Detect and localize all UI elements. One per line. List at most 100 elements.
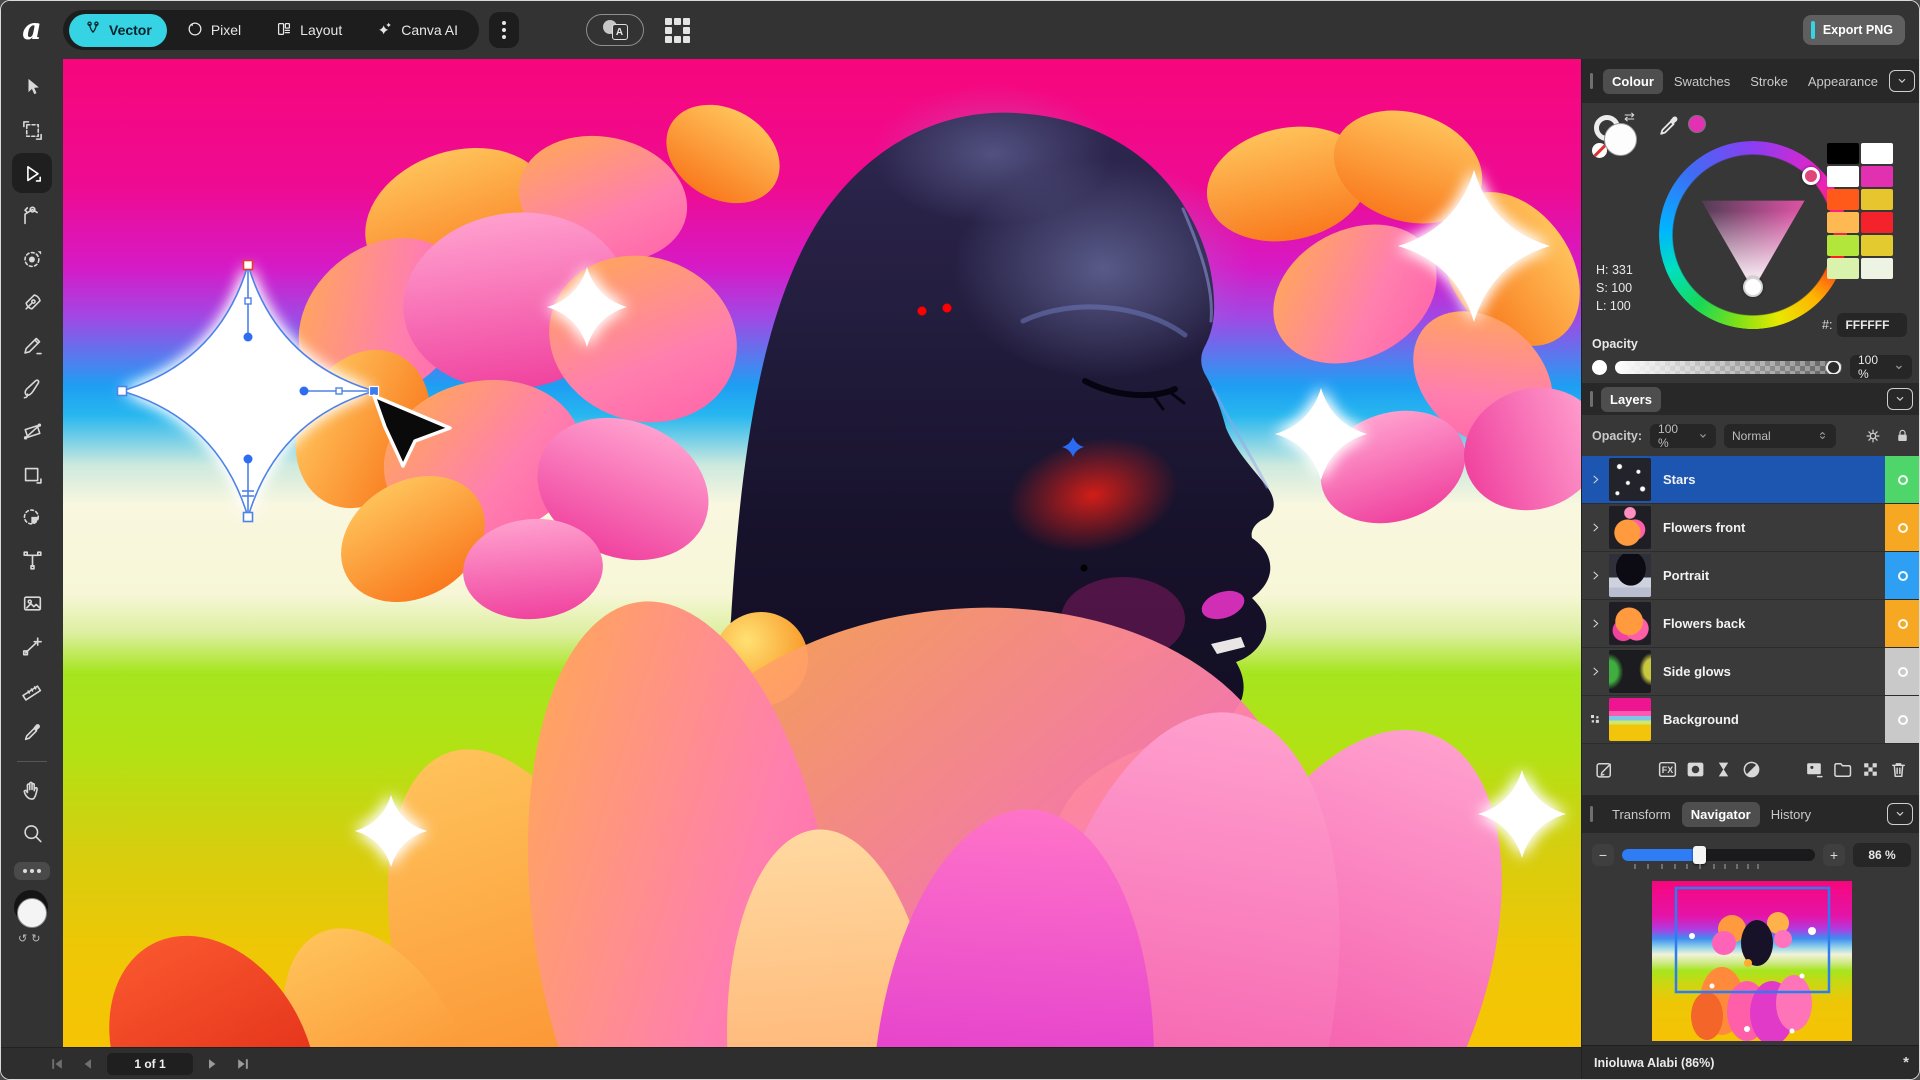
colour-swatch[interactable]	[1861, 258, 1893, 279]
colour-swatch[interactable]	[1861, 143, 1893, 164]
layer-settings-gear-icon[interactable]	[1864, 427, 1882, 445]
tab-appearance[interactable]: Appearance	[1799, 69, 1887, 94]
layer-name[interactable]: Background	[1651, 696, 1885, 743]
layer-row[interactable]: Flowers back	[1582, 600, 1920, 648]
layer-name[interactable]: Flowers back	[1651, 600, 1885, 647]
colour-wheel[interactable]	[1659, 141, 1847, 329]
group-icon[interactable]	[1832, 759, 1853, 780]
tab-transform[interactable]: Transform	[1603, 802, 1680, 827]
live-filter-icon[interactable]	[1713, 759, 1734, 780]
colour-swatch[interactable]	[1827, 189, 1859, 210]
layer-thumbnail[interactable]	[1609, 458, 1651, 501]
toolbar-overflow-button[interactable]	[489, 12, 519, 48]
node-tool[interactable]	[12, 153, 52, 193]
saturation-selector-knob[interactable]	[1743, 277, 1763, 297]
layers-panel-collapse-button[interactable]	[1887, 388, 1913, 410]
blend-mode-dropdown[interactable]: Normal	[1724, 424, 1836, 448]
first-page-button[interactable]	[47, 1054, 67, 1074]
document-canvas[interactable]	[63, 59, 1581, 1049]
zoom-out-button[interactable]: −	[1592, 844, 1614, 866]
layer-opacity-dropdown[interactable]: 100 %	[1650, 424, 1716, 448]
colour-picker-tool[interactable]	[12, 712, 52, 752]
colour-swatch[interactable]	[1861, 235, 1893, 256]
layer-thumbnail[interactable]	[1609, 554, 1651, 597]
colour-swatch[interactable]	[1827, 166, 1859, 187]
persona-layout[interactable]: Layout	[260, 14, 357, 47]
layer-visibility-toggle[interactable]	[1885, 600, 1920, 647]
more-tools-button[interactable]	[14, 862, 50, 880]
navigator-panel-collapse-button[interactable]	[1887, 803, 1913, 825]
studio-grid-icon[interactable]	[660, 14, 694, 46]
rotate-colours-icon[interactable]: ↺↻	[18, 932, 44, 945]
move-tool[interactable]	[12, 67, 52, 107]
fill-swatch-icon[interactable]	[1604, 123, 1637, 156]
persona-pixel[interactable]: Pixel	[171, 14, 256, 47]
fill-stroke-selector[interactable]: ⇄	[1594, 111, 1650, 163]
zoom-slider-handle[interactable]	[1693, 846, 1706, 864]
swap-fill-stroke-icon[interactable]: ⇄	[1624, 109, 1635, 125]
export-png-button[interactable]: Export PNG	[1803, 15, 1905, 45]
layer-visibility-toggle[interactable]	[1885, 648, 1920, 695]
panel-drag-handle[interactable]	[1590, 391, 1593, 407]
affinity-logo[interactable]: a	[9, 15, 55, 45]
navigator-thumbnail[interactable]	[1652, 881, 1852, 1041]
colour-swatch[interactable]	[1827, 143, 1859, 164]
fx-icon[interactable]: FX	[1657, 759, 1678, 780]
opacity-slider[interactable]	[1615, 361, 1842, 374]
adjustment-icon[interactable]	[1741, 759, 1762, 780]
text-tool[interactable]	[12, 540, 52, 580]
point-transform-tool[interactable]	[12, 239, 52, 279]
layer-thumbnail[interactable]	[1609, 602, 1651, 645]
layer-name[interactable]: Side glows	[1651, 648, 1885, 695]
layer-thumbnail[interactable]	[1609, 698, 1651, 741]
edit-all-layers-icon[interactable]	[1594, 759, 1615, 780]
artboard-tool[interactable]	[12, 110, 52, 150]
zoom-tool[interactable]	[12, 813, 52, 853]
next-page-button[interactable]	[203, 1054, 223, 1074]
pen-tool[interactable]	[12, 282, 52, 322]
toolbar-fill-stroke-indicator[interactable]: ↺↻	[10, 890, 54, 946]
layer-expand-icon[interactable]	[1582, 600, 1609, 647]
layer-pattern-icon[interactable]	[1582, 696, 1609, 743]
layer-row[interactable]: Stars	[1582, 456, 1920, 504]
star-top-node[interactable]	[244, 261, 253, 270]
star-bottom-node[interactable]	[244, 513, 253, 522]
transform-point-tool[interactable]	[12, 626, 52, 666]
shape-builder-tool[interactable]	[12, 497, 52, 537]
colour-swatch[interactable]	[1827, 212, 1859, 233]
layer-row[interactable]: Background	[1582, 696, 1920, 744]
tab-colour[interactable]: Colour	[1603, 69, 1663, 94]
measure-tool[interactable]	[12, 669, 52, 709]
layer-expand-icon[interactable]	[1582, 552, 1609, 599]
previous-page-button[interactable]	[77, 1054, 97, 1074]
opacity-value-dropdown[interactable]: 100 %	[1850, 355, 1912, 379]
tab-stroke[interactable]: Stroke	[1741, 69, 1797, 94]
layer-expand-icon[interactable]	[1582, 456, 1609, 503]
star-left-node[interactable]	[118, 387, 127, 396]
layer-name[interactable]: Flowers front	[1651, 504, 1885, 551]
layer-name[interactable]: Portrait	[1651, 552, 1885, 599]
fill-tool[interactable]	[12, 411, 52, 451]
tab-swatches[interactable]: Swatches	[1665, 69, 1739, 94]
star-right-node[interactable]	[370, 387, 379, 396]
navigator-preview[interactable]	[1582, 877, 1920, 1045]
view-tool[interactable]	[12, 770, 52, 810]
layer-thumbnail[interactable]	[1609, 506, 1651, 549]
pixel-layer-icon[interactable]	[1804, 759, 1825, 780]
layer-expand-icon[interactable]	[1582, 648, 1609, 695]
place-image-tool[interactable]	[12, 583, 52, 623]
persona-vector[interactable]: Vector	[69, 14, 167, 47]
layer-row[interactable]: Portrait	[1582, 552, 1920, 600]
corner-tool[interactable]	[12, 196, 52, 236]
mask-layer-icon[interactable]	[1685, 759, 1706, 780]
layer-row[interactable]: Flowers front	[1582, 504, 1920, 552]
hue-selector-knob[interactable]	[1802, 167, 1820, 185]
zoom-in-button[interactable]: +	[1823, 844, 1845, 866]
layer-name[interactable]: Stars	[1651, 456, 1885, 503]
zoom-value-field[interactable]: 86 %	[1853, 843, 1911, 867]
layer-lock-icon[interactable]	[1894, 427, 1911, 444]
eyedropper-icon[interactable]	[1656, 113, 1682, 144]
layer-row[interactable]: Side glows	[1582, 648, 1920, 696]
vector-brush-tool[interactable]	[12, 368, 52, 408]
fill-colour-circle[interactable]	[17, 898, 47, 928]
